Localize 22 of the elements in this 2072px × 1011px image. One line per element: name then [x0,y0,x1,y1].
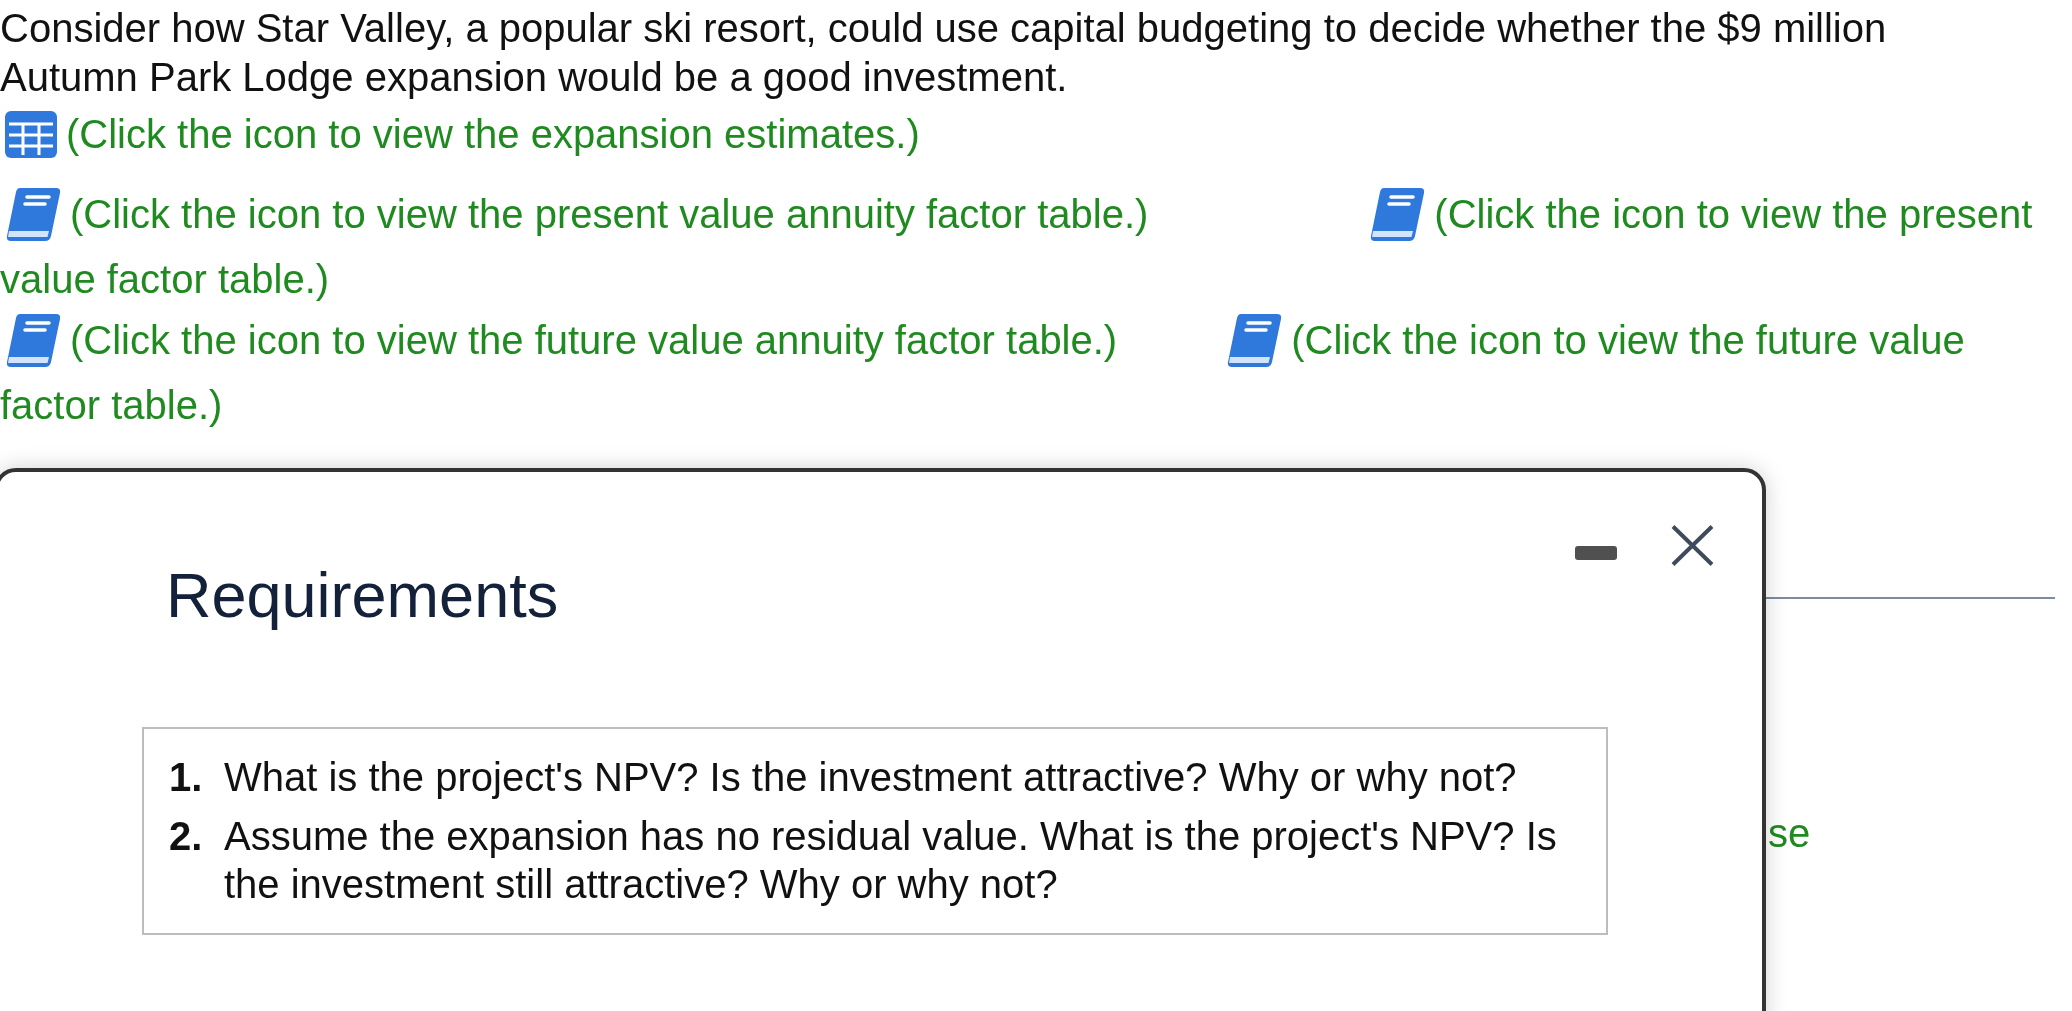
book-icon[interactable] [1225,312,1284,369]
minimize-icon [1575,546,1617,560]
help-link[interactable]: value factor table.) [0,257,330,301]
help-link[interactable]: (Click the icon to view the present [1434,190,2033,239]
book-icon[interactable] [4,312,62,369]
list-number: 2. [169,813,204,860]
partial-link-text: se [1768,811,1811,855]
list-number: 1. [169,754,204,801]
help-link[interactable]: (Click the icon to view the present value annuity factor table.) [70,190,1149,239]
book-icon[interactable] [1368,186,1427,243]
help-link[interactable]: (Click the icon to view the future value annuity factor table.) [70,316,1118,365]
close-button[interactable] [1671,525,1714,566]
question-text: Consider how Star Valley, a popular ski resort, could use capital budgeting to decide whether the $9 million Autumn Park Lodge expansion would be a good investment. [0,5,1888,101]
requirement-text: Assume the expansion has no residual value. What is the project's NPV? Is the investment still attractive? Why or why not? [224,813,1558,908]
dialog-title: Requirements [166,559,559,632]
table-icon[interactable] [4,110,58,159]
close-icon [1671,525,1714,566]
help-link[interactable]: (Click the icon to view the expansion estimates.) [66,110,920,159]
book-icon[interactable] [4,186,62,243]
requirement-text: What is the project's NPV? Is the investment attractive? Why or why not? [224,754,1518,801]
help-link[interactable]: (Click the icon to view the future value [1291,316,1965,365]
help-link[interactable]: factor table.) [0,383,223,427]
